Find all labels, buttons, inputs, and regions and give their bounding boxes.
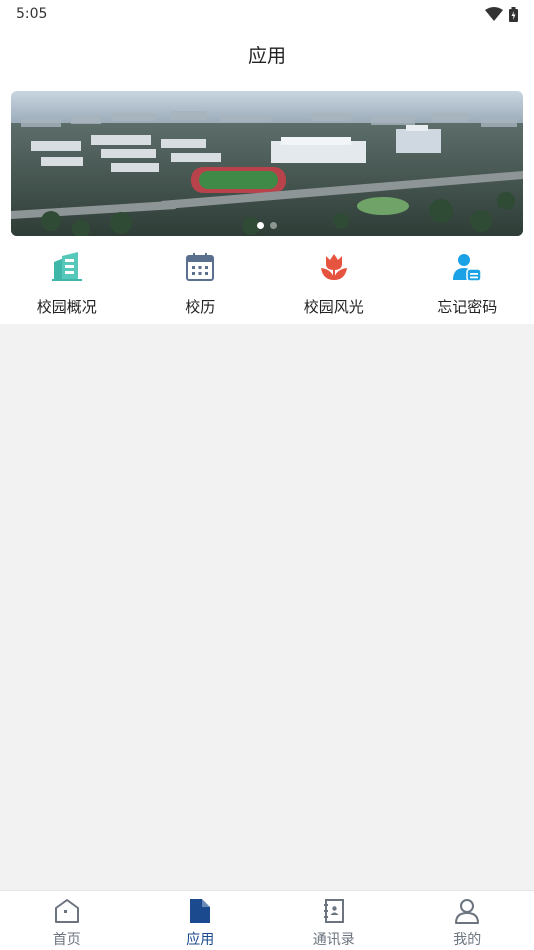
- campus-aerial-image: [11, 91, 523, 236]
- nav-label: 首页: [52, 932, 81, 948]
- person-icon: [452, 896, 482, 926]
- grid-label: 校园概况: [36, 298, 97, 316]
- status-icons: [485, 6, 518, 22]
- nav-item-contacts[interactable]: 通讯录: [267, 891, 401, 950]
- grid-item-forgot-password[interactable]: 忘记密码: [401, 250, 534, 324]
- status-time: 5:05: [16, 6, 48, 22]
- document-icon: [185, 896, 215, 926]
- grid-label: 校历: [185, 298, 216, 316]
- grid-item-campus-scenery[interactable]: 校园风光: [267, 250, 401, 324]
- content-top: 校园概况 校历 校园风光 忘记密码: [0, 80, 534, 324]
- nav-label: 我的: [453, 932, 482, 948]
- status-bar: 5:05: [0, 0, 534, 28]
- nav-item-home[interactable]: 首页: [0, 891, 134, 950]
- quick-access-grid: 校园概况 校历 校园风光 忘记密码: [0, 250, 534, 324]
- grid-item-campus-overview[interactable]: 校园概况: [0, 250, 134, 324]
- bottom-navigation: 首页 应用 通讯录 我的: [0, 890, 534, 950]
- wifi-icon: [485, 7, 503, 21]
- tulip-icon: [317, 250, 351, 284]
- grid-item-school-calendar[interactable]: 校历: [134, 250, 268, 324]
- battery-charging-icon: [509, 6, 518, 22]
- nav-item-apps[interactable]: 应用: [134, 891, 268, 950]
- nav-label: 应用: [186, 932, 215, 948]
- home-icon: [52, 896, 82, 926]
- calendar-icon: [183, 250, 217, 284]
- app-screen: 5:05 应用 校园概况 校历 校园风光 忘记密码 首页 应用 通讯录 我的: [0, 0, 534, 950]
- banner-dot-active[interactable]: [257, 222, 264, 229]
- grid-label: 校园风光: [303, 298, 364, 316]
- page-title: 应用: [247, 44, 286, 67]
- contacts-book-icon: [319, 896, 349, 926]
- user-lock-icon: [450, 250, 484, 284]
- nav-label: 通讯录: [312, 932, 355, 948]
- campus-banner[interactable]: [11, 91, 523, 236]
- nav-item-mine[interactable]: 我的: [401, 891, 534, 950]
- app-header: 应用: [0, 28, 534, 80]
- building-icon: [50, 250, 84, 284]
- grid-label: 忘记密码: [437, 298, 498, 316]
- banner-dots: [11, 222, 523, 229]
- banner-dot[interactable]: [270, 222, 277, 229]
